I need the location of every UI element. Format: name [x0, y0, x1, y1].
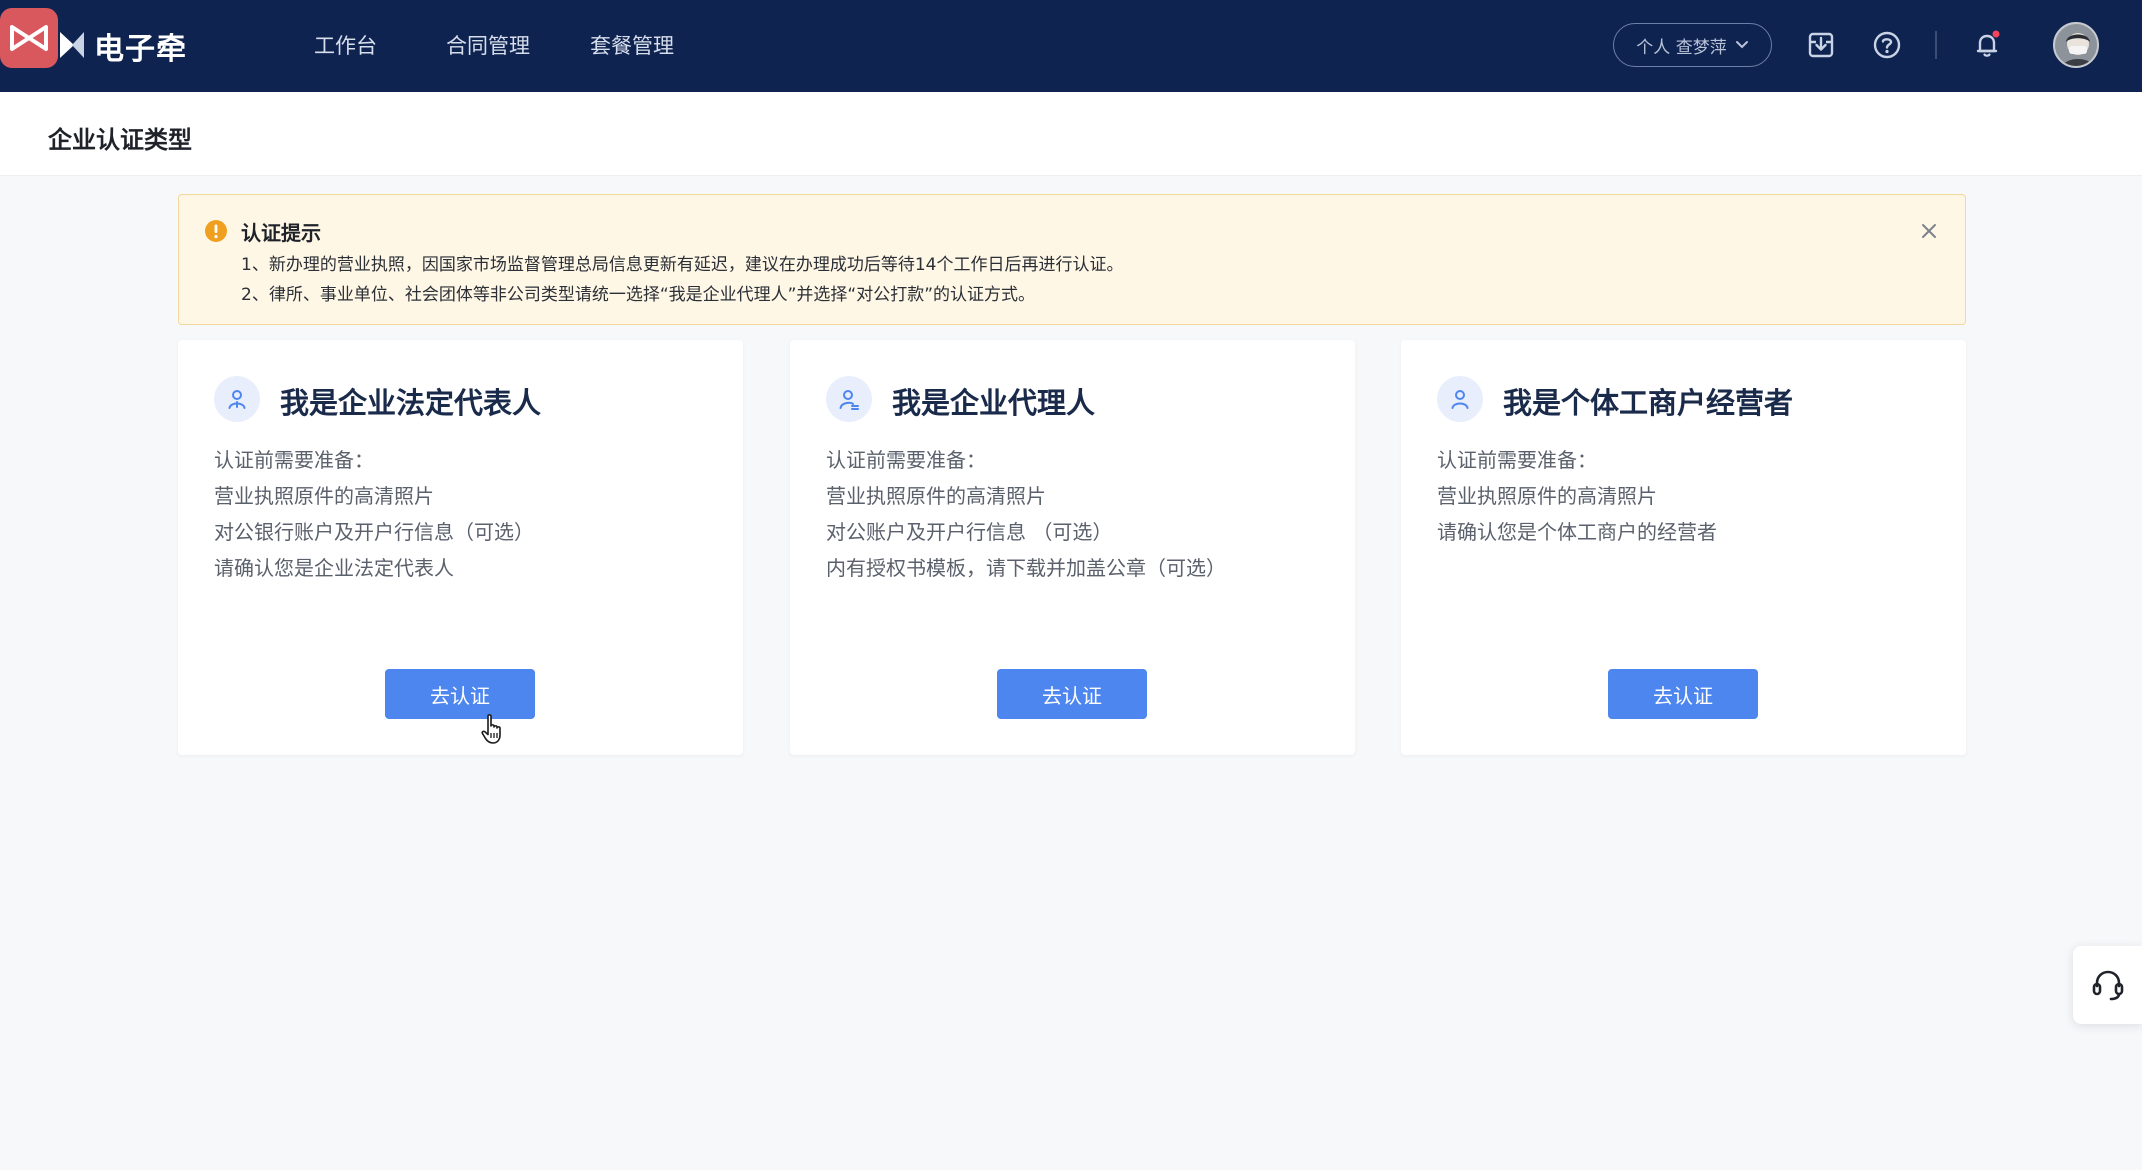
card-line: 内有授权书模板，请下载并加盖公章（可选）	[826, 556, 1226, 580]
card-line: 营业执照原件的高清照片	[826, 484, 1046, 508]
card-line: 对公账户及开户行信息 （可选）	[826, 520, 1113, 544]
hand-cursor-icon	[481, 714, 501, 744]
card-line: 请确认您是企业法定代表人	[214, 556, 454, 580]
verify-button-individual-business[interactable]: 去认证	[1608, 669, 1758, 719]
card-title: 我是企业代理人	[892, 386, 1096, 420]
notification-dot	[1992, 30, 2000, 38]
card-individual-business: 我是个体工商户经营者 认证前需要准备： 营业执照原件的高清照片 请确认您是个体工…	[1401, 340, 1966, 755]
verify-button-enterprise-agent[interactable]: 去认证	[997, 669, 1147, 719]
certification-notice-alert: 认证提示 1、新办理的营业执照，因国家市场监督管理总局信息更新有延迟，建议在办理…	[178, 194, 1966, 325]
download-icon[interactable]	[1804, 28, 1838, 62]
user-agent-icon	[826, 376, 872, 422]
chevron-down-icon	[1735, 41, 1748, 49]
logo-mark-icon	[60, 32, 84, 58]
logo-text[interactable]: 电子牵	[94, 24, 187, 68]
card-line: 营业执照原件的高清照片	[214, 484, 434, 508]
card-line: 对公银行账户及开户行信息（可选）	[214, 520, 534, 544]
user-icon	[214, 376, 260, 422]
card-line: 认证前需要准备：	[214, 448, 374, 472]
card-line: 认证前需要准备：	[1437, 448, 1597, 472]
user-avatar[interactable]	[2053, 22, 2099, 68]
card-enterprise-agent: 我是企业代理人 认证前需要准备： 营业执照原件的高清照片 对公账户及开户行信息 …	[790, 340, 1355, 755]
card-line: 请确认您是个体工商户的经营者	[1437, 520, 1717, 544]
help-icon[interactable]	[1870, 28, 1904, 62]
top-navigation-bar: 电子牵 工作台 合同管理 套餐管理 个人 查梦萍	[0, 0, 2142, 92]
customer-service-button[interactable]	[2073, 946, 2142, 1024]
alert-title: 认证提示	[241, 221, 321, 245]
account-switch-label: 个人 查梦萍	[1636, 37, 1727, 58]
nav-item-contracts[interactable]: 合同管理	[446, 30, 530, 60]
account-switch-dropdown[interactable]: 个人 查梦萍	[1613, 23, 1772, 67]
alert-line-1: 1、新办理的营业执照，因国家市场监督管理总局信息更新有延迟，建议在办理成功后等待…	[241, 255, 1124, 275]
close-icon[interactable]	[1919, 221, 1939, 241]
nav-item-packages[interactable]: 套餐管理	[590, 30, 674, 60]
card-title: 我是个体工商户经营者	[1503, 386, 1794, 420]
alert-line-2: 2、律所、事业单位、社会团体等非公司类型请统一选择“我是企业代理人”并选择“对公…	[241, 285, 1036, 305]
page-title: 企业认证类型	[48, 126, 192, 154]
headset-icon	[2092, 970, 2123, 1001]
verify-button-legal-representative[interactable]: 去认证	[385, 669, 535, 719]
toolbar-divider	[1935, 31, 1937, 59]
card-title: 我是企业法定代表人	[280, 386, 542, 420]
nav-item-workbench[interactable]: 工作台	[314, 30, 377, 60]
card-line: 营业执照原件的高清照片	[1437, 484, 1657, 508]
card-legal-representative: 我是企业法定代表人 认证前需要准备： 营业执照原件的高清照片 对公银行账户及开户…	[178, 340, 743, 755]
person-icon	[1437, 376, 1483, 422]
bell-icon[interactable]	[1970, 28, 2004, 62]
logo-icon[interactable]	[0, 8, 58, 68]
warning-icon	[205, 220, 227, 242]
page-header: 企业认证类型	[0, 92, 2142, 176]
card-line: 认证前需要准备：	[826, 448, 986, 472]
